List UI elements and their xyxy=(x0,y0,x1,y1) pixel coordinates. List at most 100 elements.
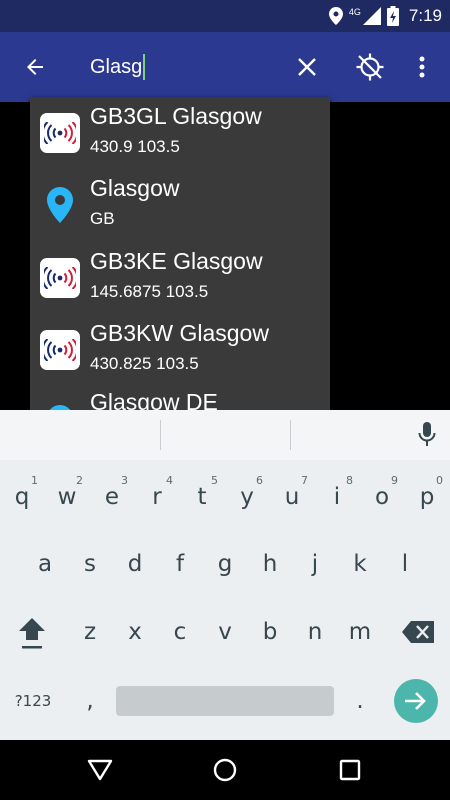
search-input-value: Glasg xyxy=(90,55,143,78)
key-h[interactable]: h xyxy=(248,539,292,589)
key-y[interactable]: 6y xyxy=(225,472,269,522)
clear-search-button[interactable] xyxy=(290,50,324,84)
shift-key[interactable] xyxy=(10,607,54,657)
repeater-icon xyxy=(40,330,80,370)
key-hint: 4 xyxy=(166,474,173,487)
key-e[interactable]: 3e xyxy=(90,472,134,522)
gps-off-icon xyxy=(356,53,384,81)
back-arrow-icon xyxy=(27,59,43,75)
more-vert-icon xyxy=(419,56,425,78)
location-icon xyxy=(328,7,343,25)
key-r[interactable]: 4r xyxy=(135,472,179,522)
place-icon xyxy=(40,185,80,225)
key-k[interactable]: k xyxy=(338,539,382,589)
suggestion-title: Glasgow DE xyxy=(90,389,218,410)
key-label: r xyxy=(152,484,162,510)
home-circle-icon xyxy=(213,758,237,782)
key-label: i xyxy=(333,484,341,510)
enter-key[interactable] xyxy=(394,679,438,723)
strip-divider xyxy=(160,420,161,450)
key-hint: 8 xyxy=(346,474,353,487)
search-suggestions-list: GB3GL Glasgow 430.9 103.5 Glasgow GB GB3… xyxy=(30,97,330,410)
key-t[interactable]: 5t xyxy=(180,472,224,522)
key-u[interactable]: 7u xyxy=(270,472,314,522)
key-label: o xyxy=(374,484,390,510)
suggestion-subtitle: 430.9 103.5 xyxy=(90,137,180,156)
key-l[interactable]: l xyxy=(383,539,427,589)
key-period[interactable]: . xyxy=(338,676,382,726)
suggestion-title: GB3KE Glasgow xyxy=(90,248,263,274)
network-type-label: 4G xyxy=(348,7,361,17)
status-bar: 4G 7:19 xyxy=(0,0,450,32)
backspace-icon xyxy=(402,621,434,643)
key-hint: 7 xyxy=(301,474,308,487)
key-label: y xyxy=(240,484,254,510)
key-v[interactable]: v xyxy=(203,607,247,657)
enter-arrow-icon xyxy=(405,692,426,710)
key-label: p xyxy=(419,484,435,510)
voice-input-button[interactable] xyxy=(412,420,442,450)
shift-icon xyxy=(19,618,45,649)
key-label: w xyxy=(57,484,77,510)
overflow-menu-button[interactable] xyxy=(410,50,434,84)
key-m[interactable]: m xyxy=(338,607,382,657)
repeater-icon xyxy=(40,258,80,298)
clock: 7:19 xyxy=(408,6,442,25)
symbols-key[interactable]: ?123 xyxy=(10,676,56,726)
space-key[interactable] xyxy=(116,686,334,716)
text-cursor xyxy=(143,54,146,80)
suggestion-title: Glasgow xyxy=(90,175,180,201)
key-hint: 3 xyxy=(121,474,128,487)
key-hint: 1 xyxy=(31,474,38,487)
key-j[interactable]: j xyxy=(293,539,337,589)
key-p[interactable]: 0p xyxy=(405,472,449,522)
key-g[interactable]: g xyxy=(203,539,247,589)
key-label: u xyxy=(284,484,300,510)
mic-icon xyxy=(418,422,436,446)
key-f[interactable]: f xyxy=(158,539,202,589)
suggestion-item[interactable]: GB3KW Glasgow 430.825 103.5 xyxy=(30,314,330,386)
key-hint: 9 xyxy=(391,474,398,487)
system-navigation-bar xyxy=(0,740,450,800)
key-z[interactable]: z xyxy=(68,607,112,657)
key-w[interactable]: 2w xyxy=(45,472,89,522)
suggestion-item[interactable]: GB3GL Glasgow 430.9 103.5 xyxy=(30,97,330,169)
back-button[interactable] xyxy=(18,50,52,84)
recents-square-icon xyxy=(339,759,361,781)
key-label: e xyxy=(104,484,120,510)
key-b[interactable]: b xyxy=(248,607,292,657)
key-label: q xyxy=(14,484,30,510)
search-toolbar: Glasg xyxy=(0,32,450,102)
place-icon xyxy=(40,403,80,410)
key-hint: 6 xyxy=(256,474,263,487)
keyboard-suggestion-strip xyxy=(0,410,450,460)
back-triangle-icon xyxy=(87,759,113,781)
soft-keyboard: 1q 2w 3e 4r 5t 6y 7u 8i 9o 0p a s d f g … xyxy=(0,410,450,740)
key-x[interactable]: x xyxy=(113,607,157,657)
key-o[interactable]: 9o xyxy=(360,472,404,522)
key-n[interactable]: n xyxy=(293,607,337,657)
suggestion-item[interactable]: Glasgow DE xyxy=(30,387,330,410)
key-s[interactable]: s xyxy=(68,539,112,589)
key-c[interactable]: c xyxy=(158,607,202,657)
nav-home-button[interactable] xyxy=(210,755,240,785)
key-i[interactable]: 8i xyxy=(315,472,359,522)
key-comma[interactable]: , xyxy=(68,676,112,726)
gps-button[interactable] xyxy=(352,49,388,85)
key-hint: 2 xyxy=(76,474,83,487)
key-label: t xyxy=(197,484,207,510)
key-q[interactable]: 1q xyxy=(0,472,44,522)
status-icons: 4G 7:19 xyxy=(328,0,442,32)
key-hint: 0 xyxy=(436,474,443,487)
clear-icon xyxy=(298,58,316,76)
suggestion-item[interactable]: Glasgow GB xyxy=(30,169,330,241)
search-input[interactable]: Glasg xyxy=(90,52,146,82)
key-d[interactable]: d xyxy=(113,539,157,589)
signal-icon xyxy=(362,7,381,25)
key-a[interactable]: a xyxy=(23,539,67,589)
battery-charging-icon xyxy=(386,6,399,26)
nav-back-button[interactable] xyxy=(85,755,115,785)
nav-recents-button[interactable] xyxy=(335,755,365,785)
backspace-key[interactable] xyxy=(396,607,440,657)
suggestion-item[interactable]: GB3KE Glasgow 145.6875 103.5 xyxy=(30,242,330,314)
